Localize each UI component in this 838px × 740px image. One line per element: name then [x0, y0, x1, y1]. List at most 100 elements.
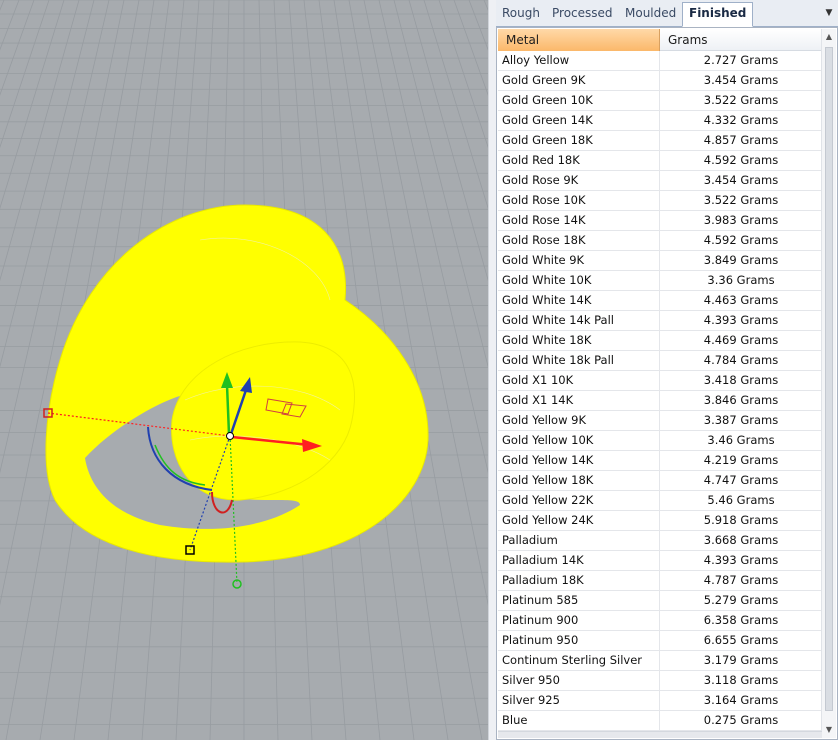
grams-cell: 3.46 Grams — [707, 433, 775, 447]
grid-line — [0, 0, 50, 149]
metal-name-cell: Gold Rose 14K — [498, 211, 660, 230]
grid-line — [423, 0, 488, 210]
ring-model[interactable] — [45, 204, 429, 563]
table-row[interactable]: Palladium 18K 4.787 Grams — [498, 571, 822, 591]
table-row[interactable]: Gold White 18K 4.469 Grams — [498, 331, 822, 351]
table-row[interactable]: Gold X1 14K 3.846 Grams — [498, 391, 822, 411]
metal-name-cell: Gold Green 10K — [498, 91, 660, 110]
metal-name-cell: Gold Red 18K — [498, 151, 660, 170]
grams-cell: 3.387 Grams — [703, 413, 779, 427]
3d-viewport[interactable] — [0, 0, 488, 740]
table-row[interactable]: Gold Green 9K 3.454 Grams — [498, 71, 822, 91]
grams-cell: 3.418 Grams — [703, 373, 779, 387]
scroll-up-icon[interactable]: ▲ — [822, 29, 836, 45]
metal-name-cell: Gold Yellow 24K — [498, 511, 660, 530]
grid-line — [468, 0, 488, 51]
metal-name-cell: Palladium 14K — [498, 551, 660, 570]
grid-line — [438, 0, 488, 149]
table-row[interactable]: Gold Green 10K 3.522 Grams — [498, 91, 822, 111]
metal-weights-panel: Rough Processed Moulded Finished ▼ Metal… — [496, 0, 838, 740]
metal-name-cell: Gold White 14k Pall — [498, 311, 660, 330]
scroll-thumb[interactable] — [825, 47, 833, 711]
table-row[interactable]: Gold Yellow 24K 5.918 Grams — [498, 511, 822, 531]
table-row[interactable]: Gold Rose 10K 3.522 Grams — [498, 191, 822, 211]
vertical-scrollbar[interactable]: ▲ ▼ — [821, 29, 836, 738]
table-row[interactable]: Alloy Yellow 2.727 Grams — [498, 51, 822, 71]
metal-table: Metal Grams Alloy Yellow 2.727 Grams Gold … — [496, 27, 838, 740]
tab-moulded[interactable]: Moulded — [619, 3, 682, 26]
grams-cell: 3.846 Grams — [703, 393, 779, 407]
table-row[interactable]: Gold White 9K 3.849 Grams — [498, 251, 822, 271]
perspective-view[interactable] — [0, 0, 488, 740]
table-row[interactable]: Gold White 10K 3.36 Grams — [498, 271, 822, 291]
table-row[interactable]: Gold Yellow 10K 3.46 Grams — [498, 431, 822, 451]
column-header-metal[interactable]: Metal — [498, 29, 660, 51]
table-row[interactable]: Gold Green 14K 4.332 Grams — [498, 111, 822, 131]
grams-cell: 0.275 Grams — [703, 713, 779, 727]
table-row[interactable]: Gold X1 10K 3.418 Grams — [498, 371, 822, 391]
metal-name-cell: Gold Yellow 10K — [498, 431, 660, 450]
metal-name-cell: Silver 925 — [498, 691, 660, 710]
grams-cell: 3.522 Grams — [703, 93, 779, 107]
scroll-down-icon[interactable]: ▼ — [822, 722, 836, 738]
grid-line — [0, 0, 35, 96]
grid-line — [453, 0, 488, 96]
table-row[interactable]: Silver 925 3.164 Grams — [498, 691, 822, 711]
grams-cell: 4.784 Grams — [703, 353, 779, 367]
grams-cell: 4.219 Grams — [703, 453, 779, 467]
gizmo-center-handle-icon[interactable] — [226, 432, 234, 440]
metal-name-cell: Continum Sterling Silver — [498, 651, 660, 670]
table-row[interactable]: Gold White 14k Pall 4.393 Grams — [498, 311, 822, 331]
grams-cell: 3.118 Grams — [703, 673, 779, 687]
metal-name-cell: Palladium 18K — [498, 571, 660, 590]
grams-cell: 3.454 Grams — [703, 73, 779, 87]
grams-cell: 4.747 Grams — [703, 473, 779, 487]
table-row[interactable]: Gold Yellow 14K 4.219 Grams — [498, 451, 822, 471]
grams-cell: 4.393 Grams — [703, 313, 779, 327]
metal-name-cell: Gold Green 18K — [498, 131, 660, 150]
grams-cell: 4.592 Grams — [703, 233, 779, 247]
table-row[interactable]: Gold White 18k Pall 4.784 Grams — [498, 351, 822, 371]
table-row[interactable]: Palladium 14K 4.393 Grams — [498, 551, 822, 571]
metal-name-cell: Blue — [498, 711, 660, 730]
table-row[interactable]: Gold Yellow 18K 4.747 Grams — [498, 471, 822, 491]
table-row[interactable]: Silver 950 3.118 Grams — [498, 671, 822, 691]
table-row[interactable]: Gold Green 18K 4.857 Grams — [498, 131, 822, 151]
metal-name-cell: Gold White 10K — [498, 271, 660, 290]
tab-rough[interactable]: Rough — [496, 3, 546, 26]
metal-name-cell: Gold X1 10K — [498, 371, 660, 390]
table-row[interactable]: Platinum 585 5.279 Grams — [498, 591, 822, 611]
table-row[interactable]: Gold Yellow 22K 5.46 Grams — [498, 491, 822, 511]
tab-finished[interactable]: Finished — [682, 2, 754, 27]
table-row[interactable]: Platinum 900 6.358 Grams — [498, 611, 822, 631]
table-row[interactable]: Gold Rose 14K 3.983 Grams — [498, 211, 822, 231]
table-row[interactable]: Gold Red 18K 4.592 Grams — [498, 151, 822, 171]
table-row[interactable]: Gold White 14K 4.463 Grams — [498, 291, 822, 311]
grams-cell: 3.668 Grams — [703, 533, 779, 547]
metal-name-cell: Platinum 950 — [498, 631, 660, 650]
metal-name-cell: Silver 950 — [498, 671, 660, 690]
table-row[interactable]: Palladium 3.668 Grams — [498, 531, 822, 551]
table-row[interactable]: Gold Yellow 9K 3.387 Grams — [498, 411, 822, 431]
grams-cell: 3.454 Grams — [703, 173, 779, 187]
dropdown-arrow-icon[interactable]: ▼ — [822, 6, 836, 20]
metal-name-cell: Gold Rose 18K — [498, 231, 660, 250]
grams-cell: 5.279 Grams — [703, 593, 779, 607]
tab-processed[interactable]: Processed — [546, 3, 619, 26]
table-row[interactable]: Gold Rose 9K 3.454 Grams — [498, 171, 822, 191]
grid-line — [0, 0, 20, 51]
metal-name-cell: Gold White 18K — [498, 331, 660, 350]
metal-name-cell: Gold Yellow 22K — [498, 491, 660, 510]
table-row[interactable]: Continum Sterling Silver 3.179 Grams — [498, 651, 822, 671]
table-row[interactable]: Platinum 950 6.655 Grams — [498, 631, 822, 651]
grams-cell: 6.358 Grams — [703, 613, 779, 627]
grams-cell: 5.46 Grams — [707, 493, 775, 507]
metal-name-cell: Gold Green 14K — [498, 111, 660, 130]
metal-name-cell: Platinum 585 — [498, 591, 660, 610]
horizontal-scrollbar[interactable] — [498, 731, 822, 738]
table-row[interactable]: Blue 0.275 Grams — [498, 711, 822, 731]
panel-splitter[interactable] — [488, 0, 496, 740]
column-header-grams[interactable]: Grams — [660, 29, 822, 51]
table-row[interactable]: Gold Rose 18K 4.592 Grams — [498, 231, 822, 251]
metal-name-cell: Gold Rose 9K — [498, 171, 660, 190]
